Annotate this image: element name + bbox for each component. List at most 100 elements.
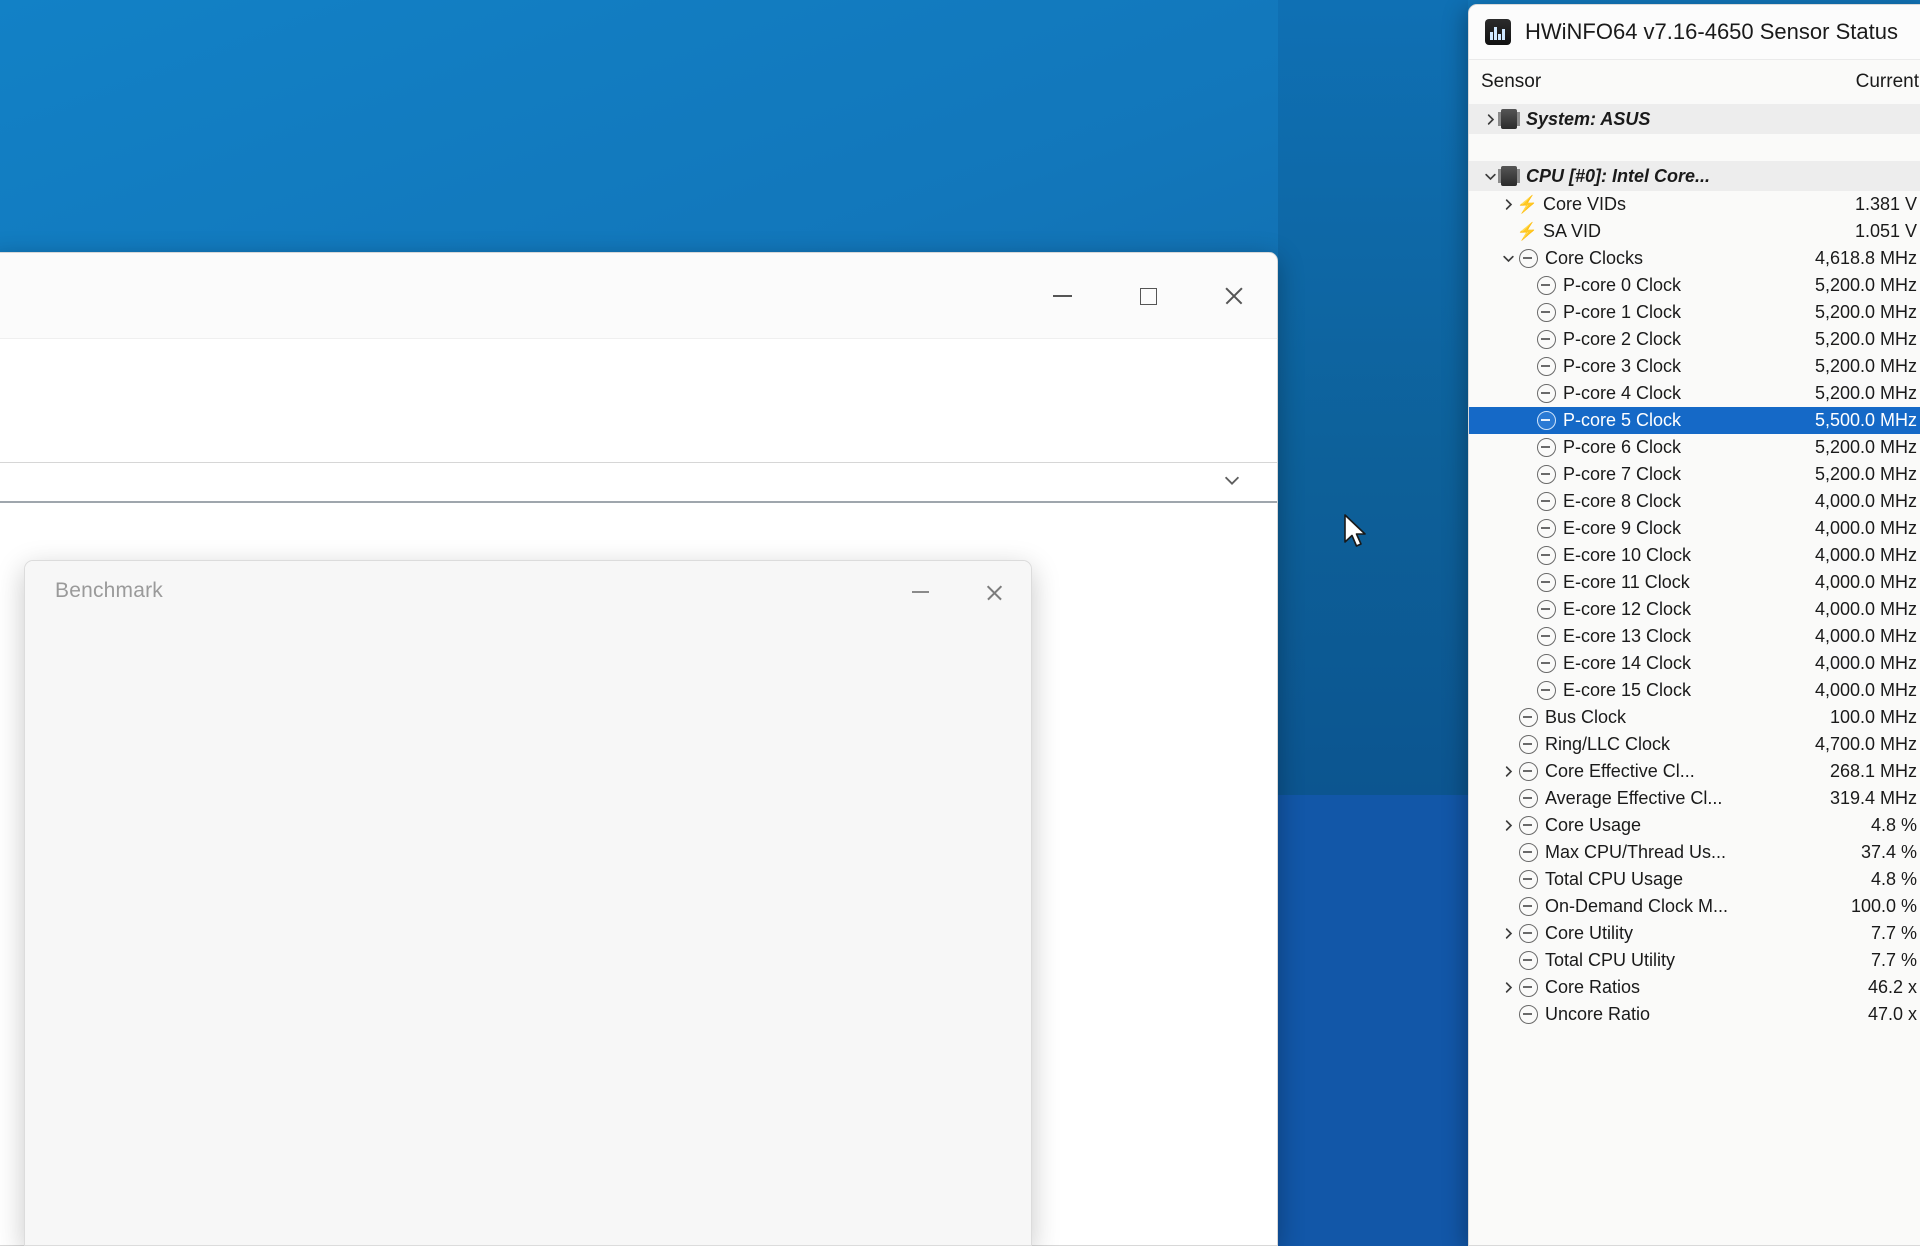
sensor-row[interactable]: Average Effective Cl... 319.4 MHz bbox=[1469, 785, 1920, 812]
sensor-value: 37.4 % bbox=[1860, 842, 1917, 862]
sensor-row[interactable]: P-core 0 Clock 5,200.0 MHz bbox=[1469, 272, 1920, 299]
benchmark-close-button[interactable] bbox=[957, 561, 1031, 623]
hwinfo-column-headers: Sensor Current bbox=[1469, 60, 1920, 104]
minimize-button[interactable] bbox=[1019, 253, 1105, 339]
sensor-name-cell: Core Ratios bbox=[1479, 977, 1779, 998]
sensor-row[interactable]: P-core 4 Clock 5,200.0 MHz bbox=[1469, 380, 1920, 407]
background-window-addressbar[interactable] bbox=[0, 463, 1277, 503]
sensor-row[interactable]: ⚡ Core VIDs 1.381 V bbox=[1469, 191, 1920, 218]
hwinfo-sensor-list[interactable]: System: ASUS CPU [#0]: Intel Core... ⚡ Core… bbox=[1469, 104, 1920, 1028]
sensor-row[interactable]: E-core 13 Clock 4,000.0 MHz bbox=[1469, 623, 1920, 650]
sensor-label: E-core 9 Clock bbox=[1563, 518, 1682, 538]
sensor-row[interactable]: E-core 15 Clock 4,000.0 MHz bbox=[1469, 677, 1920, 704]
sensor-row[interactable]: P-core 3 Clock 5,200.0 MHz bbox=[1469, 353, 1920, 380]
sensor-row[interactable]: Core Ratios 46.2 x bbox=[1469, 974, 1920, 1001]
sensor-name-cell: E-core 9 Clock bbox=[1479, 518, 1779, 539]
chevron-right-icon[interactable] bbox=[1497, 197, 1519, 212]
sensor-row[interactable]: Total CPU Utility 7.7 % bbox=[1469, 947, 1920, 974]
sensor-value: 4,700.0 MHz bbox=[1814, 734, 1917, 754]
sensor-row[interactable]: E-core 11 Clock 4,000.0 MHz bbox=[1469, 569, 1920, 596]
sensor-value: 5,200.0 MHz bbox=[1814, 464, 1917, 484]
sensor-name-cell: Core Usage bbox=[1479, 815, 1779, 836]
sensor-group-row[interactable]: CPU [#0]: Intel Core... bbox=[1469, 161, 1920, 191]
benchmark-minimize-button[interactable] bbox=[883, 561, 957, 623]
sensor-row[interactable]: Core Usage 4.8 % bbox=[1469, 812, 1920, 839]
chevron-right-icon[interactable] bbox=[1497, 818, 1519, 833]
sensor-row[interactable]: ⚡ SA VID 1.051 V bbox=[1469, 218, 1920, 245]
sensor-label: E-core 14 Clock bbox=[1563, 653, 1692, 673]
maximize-button[interactable] bbox=[1105, 253, 1191, 339]
sensor-name-cell: E-core 14 Clock bbox=[1479, 653, 1779, 674]
chevron-right-icon[interactable] bbox=[1497, 980, 1519, 995]
sensor-name-cell: Uncore Ratio bbox=[1479, 1004, 1779, 1025]
clock-icon bbox=[1519, 708, 1538, 727]
sensor-row[interactable]: E-core 10 Clock 4,000.0 MHz bbox=[1469, 542, 1920, 569]
sensor-label: E-core 11 Clock bbox=[1563, 572, 1690, 592]
sensor-name-cell: E-core 11 Clock bbox=[1479, 572, 1779, 593]
benchmark-dialog: Benchmark Dictionary size: 32 MB bbox=[24, 560, 1032, 1246]
clock-icon bbox=[1537, 276, 1556, 295]
sensor-row[interactable]: P-core 1 Clock 5,200.0 MHz bbox=[1469, 299, 1920, 326]
sensor-row[interactable]: P-core 2 Clock 5,200.0 MHz bbox=[1469, 326, 1920, 353]
sensor-group-row[interactable]: System: ASUS bbox=[1469, 104, 1920, 134]
sensor-row[interactable]: On-Demand Clock M... 100.0 % bbox=[1469, 893, 1920, 920]
sensor-value: 1.381 V bbox=[1854, 194, 1917, 214]
clock-icon bbox=[1537, 519, 1556, 538]
chevron-right-icon[interactable] bbox=[1497, 764, 1519, 779]
sensor-row[interactable]: Core Utility 7.7 % bbox=[1469, 920, 1920, 947]
background-window-titlebar[interactable] bbox=[0, 253, 1277, 339]
hwinfo-titlebar[interactable]: HWiNFO64 v7.16-4650 Sensor Status bbox=[1469, 5, 1920, 60]
sensor-row[interactable]: P-core 5 Clock 5,500.0 MHz bbox=[1469, 407, 1920, 434]
sensor-row[interactable]: Ring/LLC Clock 4,700.0 MHz bbox=[1469, 731, 1920, 758]
sensor-row[interactable]: Core Effective Cl... 268.1 MHz bbox=[1469, 758, 1920, 785]
sensor-spacer bbox=[1469, 134, 1920, 161]
close-button[interactable] bbox=[1191, 253, 1277, 339]
sensor-name-cell: Total CPU Utility bbox=[1479, 950, 1779, 971]
clock-icon bbox=[1537, 492, 1556, 511]
sensor-label: E-core 13 Clock bbox=[1563, 626, 1692, 646]
sensor-name-cell: Core Clocks bbox=[1479, 248, 1779, 269]
sensor-label: E-core 12 Clock bbox=[1563, 599, 1692, 619]
clock-icon bbox=[1537, 384, 1556, 403]
sensor-row[interactable]: Core Clocks 4,618.8 MHz bbox=[1469, 245, 1920, 272]
sensor-value: 5,200.0 MHz bbox=[1814, 302, 1917, 322]
sensor-name-cell: P-core 6 Clock bbox=[1479, 437, 1779, 458]
sensor-name-cell: E-core 15 Clock bbox=[1479, 680, 1779, 701]
sensor-name-cell: E-core 12 Clock bbox=[1479, 599, 1779, 620]
sensor-row[interactable]: Max CPU/Thread Us... 37.4 % bbox=[1469, 839, 1920, 866]
close-icon bbox=[985, 583, 1004, 602]
sensor-name-cell: E-core 8 Clock bbox=[1479, 491, 1779, 512]
chevron-right-icon[interactable] bbox=[1497, 926, 1519, 941]
chip-icon bbox=[1498, 109, 1520, 129]
sensor-row[interactable]: Total CPU Usage 4.8 % bbox=[1469, 866, 1920, 893]
sensor-label: Core Ratios bbox=[1545, 977, 1641, 997]
chevron-down-icon[interactable] bbox=[1221, 469, 1243, 491]
sensor-row[interactable]: E-core 14 Clock 4,000.0 MHz bbox=[1469, 650, 1920, 677]
sensor-row[interactable]: E-core 12 Clock 4,000.0 MHz bbox=[1469, 596, 1920, 623]
sensor-name-cell: P-core 3 Clock bbox=[1479, 356, 1779, 377]
sensor-value: 5,200.0 MHz bbox=[1814, 329, 1917, 349]
clock-icon bbox=[1519, 762, 1538, 781]
sensor-label: Average Effective Cl... bbox=[1545, 788, 1723, 808]
sensor-row[interactable]: P-core 6 Clock 5,200.0 MHz bbox=[1469, 434, 1920, 461]
sensor-name-cell: P-core 1 Clock bbox=[1479, 302, 1779, 323]
sensor-name-cell: E-core 13 Clock bbox=[1479, 626, 1779, 647]
sensor-value: 5,500.0 MHz bbox=[1779, 410, 1920, 431]
sensor-label: P-core 2 Clock bbox=[1563, 329, 1682, 349]
clock-icon bbox=[1519, 951, 1538, 970]
chevron-down-icon[interactable] bbox=[1497, 251, 1519, 266]
sensor-row[interactable]: E-core 9 Clock 4,000.0 MHz bbox=[1469, 515, 1920, 542]
clock-icon bbox=[1537, 438, 1556, 457]
sensor-row[interactable]: P-core 7 Clock 5,200.0 MHz bbox=[1469, 461, 1920, 488]
desktop-root: Benchmark Dictionary size: 32 MB bbox=[0, 0, 1920, 1246]
sensor-name-cell: CPU [#0]: Intel Core... bbox=[1479, 166, 1779, 187]
sensor-label: E-core 8 Clock bbox=[1563, 491, 1682, 511]
sensor-row[interactable]: E-core 8 Clock 4,000.0 MHz bbox=[1469, 488, 1920, 515]
sensor-value: 4,000.0 MHz bbox=[1814, 518, 1917, 538]
benchmark-titlebar[interactable]: Benchmark bbox=[25, 561, 1031, 623]
sensor-value: 4,000.0 MHz bbox=[1814, 680, 1917, 700]
sensor-row[interactable]: Uncore Ratio 47.0 x bbox=[1469, 1001, 1920, 1028]
clock-icon bbox=[1537, 627, 1556, 646]
sensor-row[interactable]: Bus Clock 100.0 MHz bbox=[1469, 704, 1920, 731]
close-icon bbox=[1223, 285, 1245, 307]
